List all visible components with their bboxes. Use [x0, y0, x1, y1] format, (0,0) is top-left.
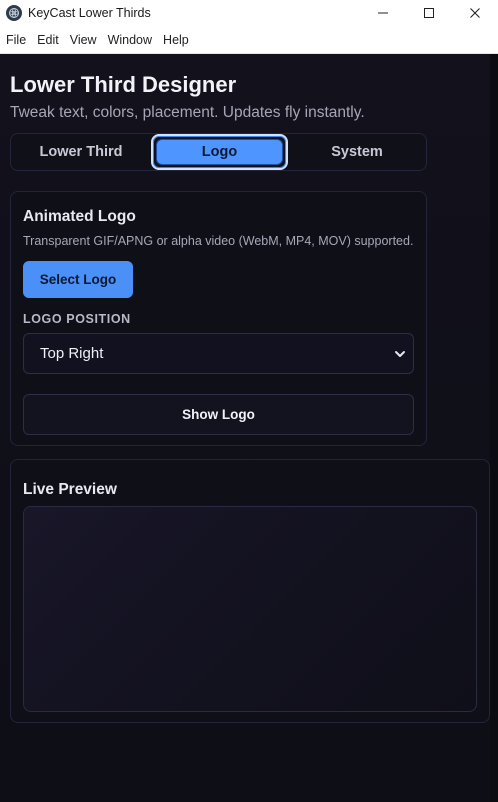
live-preview-card: Live Preview: [10, 459, 490, 723]
scrollbar-track[interactable]: [490, 54, 498, 802]
app-logo-icon: [6, 5, 22, 21]
maximize-icon[interactable]: [406, 0, 452, 26]
main-content: Lower Third Designer Tweak text, colors,…: [0, 54, 490, 802]
page-title: Lower Third Designer: [10, 72, 237, 97]
logo-card: Animated Logo Transparent GIF/APNG or al…: [10, 191, 427, 446]
tab-bar: Lower Third Logo System: [10, 133, 427, 171]
select-logo-button[interactable]: Select Logo: [23, 261, 133, 298]
tab-logo[interactable]: Logo: [151, 134, 288, 170]
minimize-icon[interactable]: [360, 0, 406, 26]
menu-view[interactable]: View: [65, 33, 102, 47]
title-bar: KeyCast Lower Thirds: [0, 0, 498, 26]
live-preview-title: Live Preview: [23, 481, 117, 498]
show-logo-button[interactable]: Show Logo: [23, 394, 414, 435]
logo-position-select[interactable]: Top Right: [23, 333, 414, 374]
preview-canvas: [23, 506, 477, 712]
close-icon[interactable]: [452, 0, 498, 26]
menu-file[interactable]: File: [1, 33, 31, 47]
menu-help[interactable]: Help: [158, 33, 194, 47]
tab-label: System: [331, 144, 383, 160]
menu-edit[interactable]: Edit: [32, 33, 64, 47]
tab-label: Logo: [201, 144, 238, 160]
tab-lower-third[interactable]: Lower Third: [11, 134, 151, 170]
logo-card-title: Animated Logo: [23, 208, 136, 225]
window-title: KeyCast Lower Thirds: [28, 6, 151, 20]
logo-position-value: Top Right: [40, 345, 104, 362]
chevron-down-icon: [395, 351, 405, 357]
logo-position-label: LOGO POSITION: [23, 312, 131, 326]
menu-window[interactable]: Window: [103, 33, 157, 47]
logo-card-description: Transparent GIF/APNG or alpha video (Web…: [23, 234, 414, 248]
menu-bar: File Edit View Window Help: [0, 26, 498, 54]
page-subtitle: Tweak text, colors, placement. Updates f…: [10, 104, 365, 121]
tab-label: Lower Third: [39, 144, 123, 160]
tab-system[interactable]: System: [288, 134, 426, 170]
